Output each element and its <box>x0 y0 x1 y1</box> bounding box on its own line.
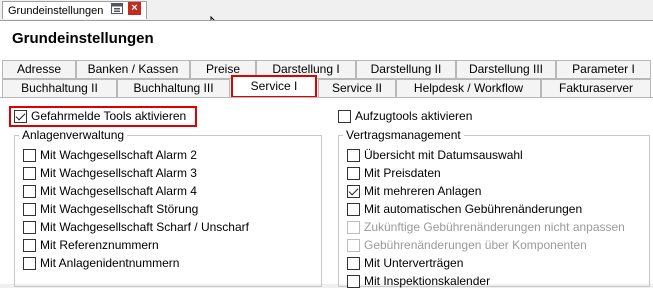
tab-buchhaltung-ii[interactable]: Buchhaltung II <box>2 79 117 98</box>
alarm-2-checkbox[interactable] <box>23 149 36 162</box>
tab-adresse[interactable]: Adresse <box>2 60 76 79</box>
pin-icon[interactable] <box>111 3 123 14</box>
gebuehren-komponenten-label: Gebührenänderungen über Komponenten <box>364 238 587 252</box>
tab-helpdesk-workflow[interactable]: Helpdesk / Workflow <box>396 79 541 98</box>
zukuenftige-gebuehren-label: Zukünftige Gebührenänderungen nicht anpa… <box>364 220 625 234</box>
preisdaten-checkbox[interactable] <box>347 167 360 180</box>
anlagenidentnummern-checkbox[interactable] <box>23 257 36 270</box>
tab-service-i[interactable]: Service I <box>231 75 317 98</box>
anlagenverwaltung-legend: Anlagenverwaltung <box>19 128 128 142</box>
tab-buchhaltung-iii[interactable]: Buchhaltung III <box>117 79 230 98</box>
stoerung-label: Mit Wachgesellschaft Störung <box>40 202 199 216</box>
stoerung-checkbox[interactable] <box>23 203 36 216</box>
document-tab-bar: Grundeinstellungen × <box>0 0 653 20</box>
referenznummern-checkbox[interactable] <box>23 239 36 252</box>
tab-darstellung-iii[interactable]: Darstellung III <box>456 60 556 79</box>
mehrere-anlagen-label: Mit mehreren Anlagen <box>364 184 482 198</box>
tab-darstellung-ii[interactable]: Darstellung II <box>356 60 456 79</box>
untervertraegen-label: Mit Unterverträgen <box>364 256 464 270</box>
automatische-gebuehren-label: Mit automatischen Gebührenänderungen <box>364 202 583 216</box>
preisdaten-label: Mit Preisdaten <box>364 166 441 180</box>
page-title: Grundeinstellungen <box>12 30 154 47</box>
alarm-4-label: Mit Wachgesellschaft Alarm 4 <box>40 184 197 198</box>
inspektionskalender-label: Mit Inspektionskalender <box>364 274 491 288</box>
document-tab-grundeinstellungen[interactable]: Grundeinstellungen <box>2 1 147 19</box>
vertragsmanagement-legend: Vertragsmanagement <box>343 128 464 142</box>
scharf-unscharf-label: Mit Wachgesellschaft Scharf / Unscharf <box>40 220 249 234</box>
tab-banken-kassen[interactable]: Banken / Kassen <box>76 60 190 79</box>
gebuehren-komponenten-checkbox <box>347 239 360 252</box>
tab-service-ii[interactable]: Service II <box>318 79 396 98</box>
alarm-2-label: Mit Wachgesellschaft Alarm 2 <box>40 148 197 162</box>
datumsauswahl-label: Übersicht mit Datumsauswahl <box>364 148 523 162</box>
alarm-3-label: Mit Wachgesellschaft Alarm 3 <box>40 166 197 180</box>
gefahrmelde-tools-label: Gefahrmelde Tools aktivieren <box>31 109 187 123</box>
gefahrmelde-tools-checkbox[interactable] <box>14 110 27 123</box>
zukuenftige-gebuehren-checkbox <box>347 221 360 234</box>
tab-parameter-i[interactable]: Parameter I <box>556 60 651 79</box>
referenznummern-label: Mit Referenznummern <box>40 238 159 252</box>
alarm-3-checkbox[interactable] <box>23 167 36 180</box>
close-icon[interactable]: × <box>128 2 141 15</box>
automatische-gebuehren-checkbox[interactable] <box>347 203 360 216</box>
document-tab-label: Grundeinstellungen <box>8 4 104 17</box>
alarm-4-checkbox[interactable] <box>23 185 36 198</box>
datumsauswahl-checkbox[interactable] <box>347 149 360 162</box>
mehrere-anlagen-checkbox[interactable] <box>347 185 360 198</box>
scharf-unscharf-checkbox[interactable] <box>23 221 36 234</box>
tab-fakturaserver[interactable]: Fakturaserver <box>541 79 651 98</box>
settings-panel: Grundeinstellungen Adresse Banken / Kass… <box>0 20 653 288</box>
aufzugtools-checkbox[interactable] <box>338 110 351 123</box>
untervertraegen-checkbox[interactable] <box>347 257 360 270</box>
tab-panel-border <box>0 97 653 98</box>
aufzugtools-label: Aufzugtools aktivieren <box>355 109 473 123</box>
inspektionskalender-checkbox[interactable] <box>347 275 360 288</box>
anlagenidentnummern-label: Mit Anlagenidentnummern <box>40 256 180 270</box>
